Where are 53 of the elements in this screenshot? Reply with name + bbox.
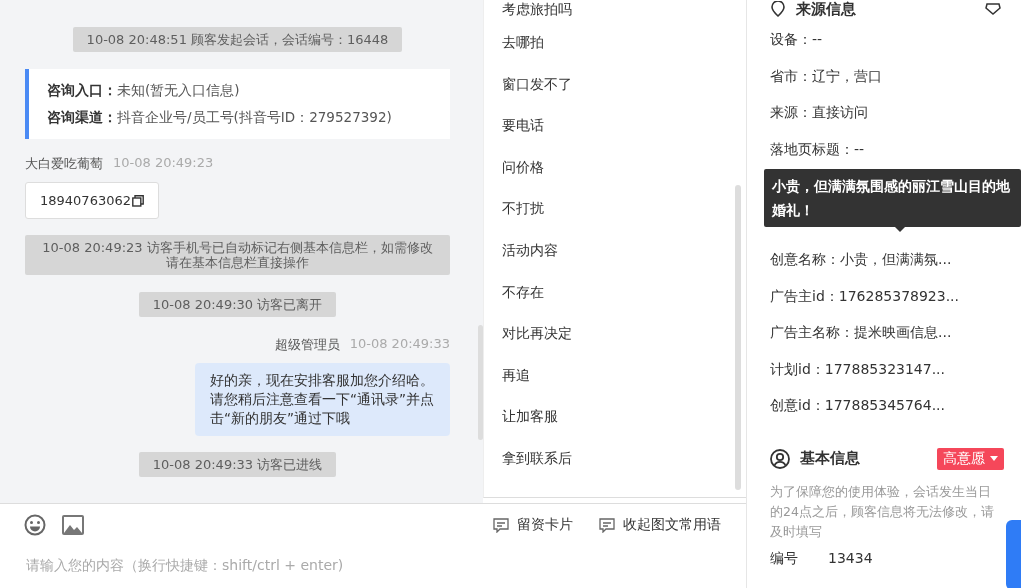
message-time: 10-08 20:49:33 xyxy=(349,336,450,353)
sender-name: 大白爱吃葡萄 xyxy=(25,155,103,173)
message-time: 10-08 20:49:23 xyxy=(113,155,214,172)
phrase-item[interactable]: 活动内容 xyxy=(502,229,746,272)
field-value: 13434 xyxy=(828,549,873,568)
entry-info-line: 咨询入口：未知(暂无入口信息) xyxy=(47,81,241,100)
system-message: 10-08 20:49:23 访客手机号已自动标记右侧基本信息栏，如需修改请在基本信息栏直接操作 xyxy=(25,235,450,275)
source-info-row-text: 设备：-- xyxy=(770,30,824,49)
notice-text: 为了保障您的使用体验，会话发生当日的24点之后，顾客信息将无法修改，请及时填写 xyxy=(770,482,995,541)
phrase-item[interactable]: 拿到联系后 xyxy=(502,437,746,480)
quick-action-button[interactable]: 收起图文常用语 xyxy=(599,516,721,534)
system-message: 10-08 20:49:33 访客已进线 xyxy=(138,452,337,477)
source-info-row-text: 计划id：177885323147... xyxy=(770,359,946,379)
source-info-row-text: 省市：辽宁，营口 xyxy=(770,66,883,86)
copy-icon[interactable] xyxy=(132,194,144,207)
intent-dropdown[interactable]: 高意愿 xyxy=(937,447,1004,470)
phrase-item[interactable]: 对比再决定 xyxy=(502,313,746,355)
sender-name: 超级管理员 xyxy=(274,336,340,354)
scrollbar[interactable] xyxy=(735,185,741,490)
source-info-row-text: 来源：直接访问 xyxy=(770,103,869,122)
phone-number: 18940763062 xyxy=(40,193,131,208)
source-info-row-text: 落地页标题：-- xyxy=(770,139,866,159)
quick-action-button[interactable]: 留资卡片 xyxy=(493,516,573,534)
message-bubble: 好的亲，现在安排客服加您介绍哈。请您稍后注意查看一下“通讯录”并点击“新的朋友”通过下哦 xyxy=(195,363,450,436)
tag-icon[interactable] xyxy=(985,3,1001,15)
message-icon xyxy=(493,517,509,533)
section-title: 来源信息 xyxy=(796,0,856,19)
phrase-item[interactable]: 不打扰 xyxy=(502,188,746,230)
emoji-icon[interactable] xyxy=(24,514,46,536)
image-icon[interactable] xyxy=(62,515,84,535)
source-info-row-text: 广告主名称：提米映画信息... xyxy=(770,323,953,342)
message-icon xyxy=(599,517,615,533)
phrase-item[interactable]: 再追 xyxy=(502,354,746,397)
phrase-item[interactable]: 让加客服 xyxy=(502,396,746,438)
tooltip-arrow xyxy=(895,227,905,232)
caret-icon xyxy=(990,456,998,461)
phrase-item[interactable]: 不存在 xyxy=(502,271,746,314)
phrase-item[interactable]: 去哪拍 xyxy=(502,22,746,64)
phrase-item[interactable]: 考虑旅拍吗 xyxy=(502,0,746,22)
entry-info-line: 咨询渠道：抖音企业号/员工号(抖音号ID：279527392) xyxy=(47,108,393,127)
source-info-row-text: 广告主id：176285378923... xyxy=(770,286,960,306)
source-info-row-text: 创意id：177885345764... xyxy=(770,396,946,415)
location-pin-icon xyxy=(770,1,786,17)
system-message: 10-08 20:49:30 访客已离开 xyxy=(138,292,337,317)
phrase-item[interactable]: 问价格 xyxy=(502,146,746,189)
user-circle-icon xyxy=(770,448,790,469)
source-info-row-text: 创意名称：小贵，但满满氛... xyxy=(770,250,953,269)
section-title: 基本信息 xyxy=(800,449,860,468)
system-message: 10-08 20:48:51 顾客发起会话，会话编号：16448 xyxy=(72,27,403,52)
phrase-item[interactable]: 要电话 xyxy=(502,105,746,147)
phrase-item[interactable]: 窗口发不了 xyxy=(502,63,746,106)
scrollbar[interactable] xyxy=(478,325,483,440)
field-label: 编号 xyxy=(770,549,799,568)
